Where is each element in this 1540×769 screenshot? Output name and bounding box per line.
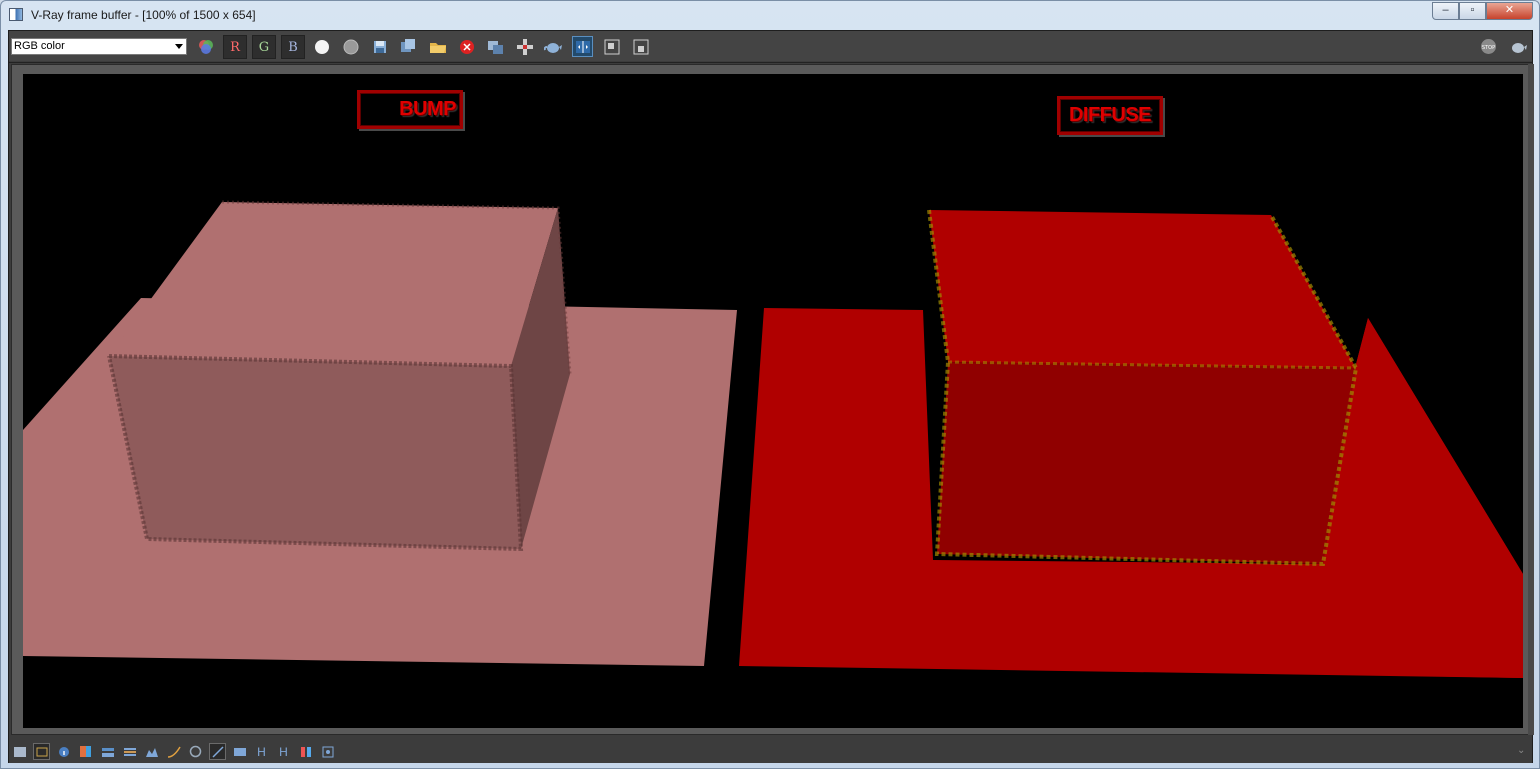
chevron-down-icon bbox=[175, 44, 183, 49]
vertical-scrollbar[interactable] bbox=[1528, 64, 1534, 735]
expand-icon[interactable]: ⌄ bbox=[1517, 745, 1525, 756]
save-icon[interactable] bbox=[369, 36, 390, 57]
open-folder-icon[interactable] bbox=[427, 36, 448, 57]
red-channel-button[interactable]: R bbox=[223, 35, 247, 59]
color-icon[interactable] bbox=[77, 743, 94, 760]
vray-frame-buffer-window: V-Ray frame buffer - [100% of 1500 x 654… bbox=[0, 0, 1540, 769]
render-image[interactable]: BUMP DIFFUSE bbox=[23, 74, 1523, 728]
title-bar[interactable]: V-Ray frame buffer - [100% of 1500 x 654… bbox=[1, 1, 1539, 29]
diffuse-box-front bbox=[937, 362, 1356, 564]
gray-sphere-icon[interactable] bbox=[340, 36, 361, 57]
diffuse-label: DIFFUSE bbox=[1057, 96, 1163, 135]
app-icon bbox=[9, 8, 23, 21]
top-toolbar: RGB color R G B STOP bbox=[9, 31, 1532, 61]
toolbar-divider bbox=[9, 62, 1532, 63]
hsl-icon[interactable] bbox=[99, 743, 116, 760]
render-scene bbox=[23, 200, 1523, 678]
clear-icon[interactable] bbox=[456, 36, 477, 57]
minimize-button[interactable]: ‒ bbox=[1432, 2, 1459, 20]
green-channel-button[interactable]: G bbox=[252, 35, 276, 59]
history-icon[interactable] bbox=[33, 743, 50, 760]
frame-buffer-client: RGB color R G B STOP BUMP DIFFUSE H H ⌄ bbox=[8, 30, 1534, 763]
bump-box-front bbox=[109, 356, 521, 549]
render-viewport[interactable]: BUMP DIFFUSE bbox=[11, 64, 1530, 735]
exposure-icon[interactable] bbox=[209, 743, 226, 760]
svg-text:STOP: STOP bbox=[1482, 45, 1495, 51]
region-b-icon[interactable] bbox=[630, 36, 651, 57]
close-button[interactable]: ✕ bbox=[1486, 2, 1533, 20]
diffuse-box-top bbox=[929, 210, 1356, 368]
teapot-icon[interactable] bbox=[543, 36, 564, 57]
stop-icon[interactable]: STOP bbox=[1478, 36, 1499, 57]
bump-box-top bbox=[109, 202, 558, 366]
settings-icon[interactable] bbox=[319, 743, 336, 760]
info-icon[interactable] bbox=[55, 743, 72, 760]
duplicate-icon[interactable] bbox=[485, 36, 506, 57]
channel-select-value: RGB color bbox=[14, 40, 65, 52]
color-correction-icon[interactable] bbox=[195, 36, 216, 57]
white-sphere-icon[interactable] bbox=[311, 36, 332, 57]
blue-channel-button[interactable]: B bbox=[281, 35, 305, 59]
levels-icon[interactable] bbox=[121, 743, 138, 760]
layers-icon[interactable] bbox=[11, 743, 28, 760]
render-teapot-icon[interactable] bbox=[1508, 36, 1529, 57]
lut-icon[interactable] bbox=[231, 743, 248, 760]
hh-icon[interactable]: H bbox=[275, 743, 292, 760]
histogram-icon[interactable] bbox=[143, 743, 160, 760]
region-a-icon[interactable] bbox=[601, 36, 622, 57]
maximize-button[interactable]: ▫ bbox=[1459, 2, 1486, 20]
window-title: V-Ray frame buffer - [100% of 1500 x 654… bbox=[31, 8, 256, 22]
h-icon[interactable]: H bbox=[253, 743, 270, 760]
bottom-toolbar: H H ⌄ bbox=[9, 739, 1532, 763]
rgb-bars-icon[interactable] bbox=[297, 743, 314, 760]
compare-icon[interactable] bbox=[572, 36, 593, 57]
lens-icon[interactable] bbox=[187, 743, 204, 760]
bump-label: BUMP bbox=[357, 90, 463, 129]
channel-select[interactable]: RGB color bbox=[11, 38, 187, 55]
curves-icon[interactable] bbox=[165, 743, 182, 760]
save-all-icon[interactable] bbox=[398, 36, 419, 57]
track-mouse-icon[interactable] bbox=[514, 36, 535, 57]
